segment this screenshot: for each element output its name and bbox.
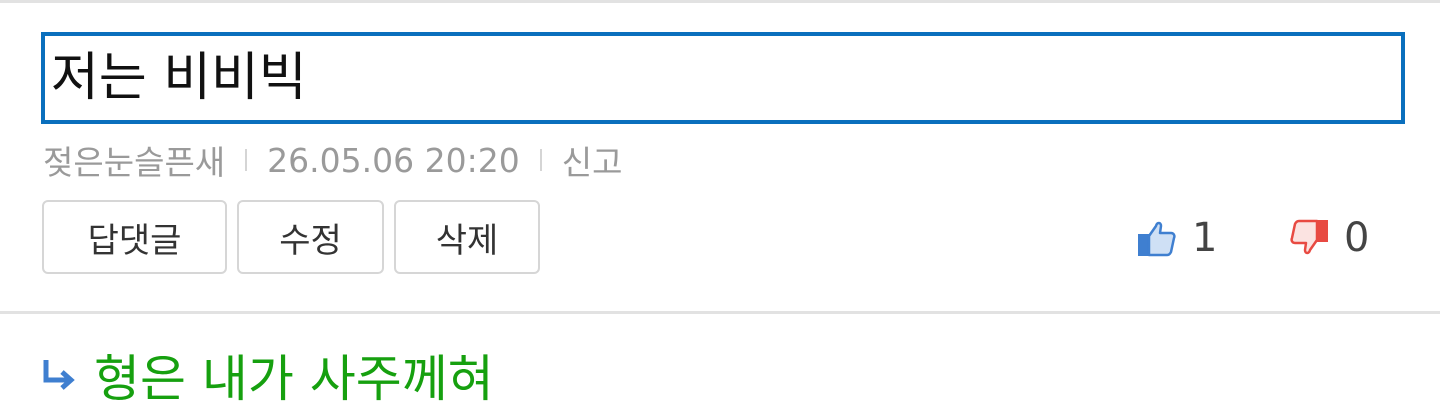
reply-item[interactable]: 형은 내가 사주께혀 (40, 344, 494, 408)
downvote-button[interactable]: 0 (1288, 210, 1369, 266)
upvote-count: 1 (1192, 215, 1218, 261)
top-divider (0, 0, 1440, 3)
reply-arrow-icon (43, 360, 75, 390)
thumbs-down-icon (1290, 219, 1328, 255)
downvote-count: 0 (1344, 215, 1370, 261)
comment-author[interactable]: 젖은눈슬픈새 (43, 136, 225, 184)
meta-separator (245, 149, 248, 171)
thumbs-up-icon (1138, 221, 1176, 257)
comment-timestamp: 26.05.06 20:20 (267, 140, 520, 180)
meta-separator (539, 149, 542, 171)
upvote-button[interactable]: 1 (1136, 210, 1217, 266)
edit-button[interactable]: 수정 (237, 200, 384, 274)
reply-button[interactable]: 답댓글 (42, 200, 227, 274)
report-link[interactable]: 신고 (562, 136, 623, 184)
reply-text: 형은 내가 사주께혀 (94, 350, 494, 408)
comment-meta: 젖은눈슬픈새 26.05.06 20:20 신고 (43, 136, 622, 184)
section-divider (0, 311, 1440, 314)
comment-edit-input[interactable]: 저는 비비빅 (41, 32, 1405, 124)
delete-button[interactable]: 삭제 (394, 200, 540, 274)
